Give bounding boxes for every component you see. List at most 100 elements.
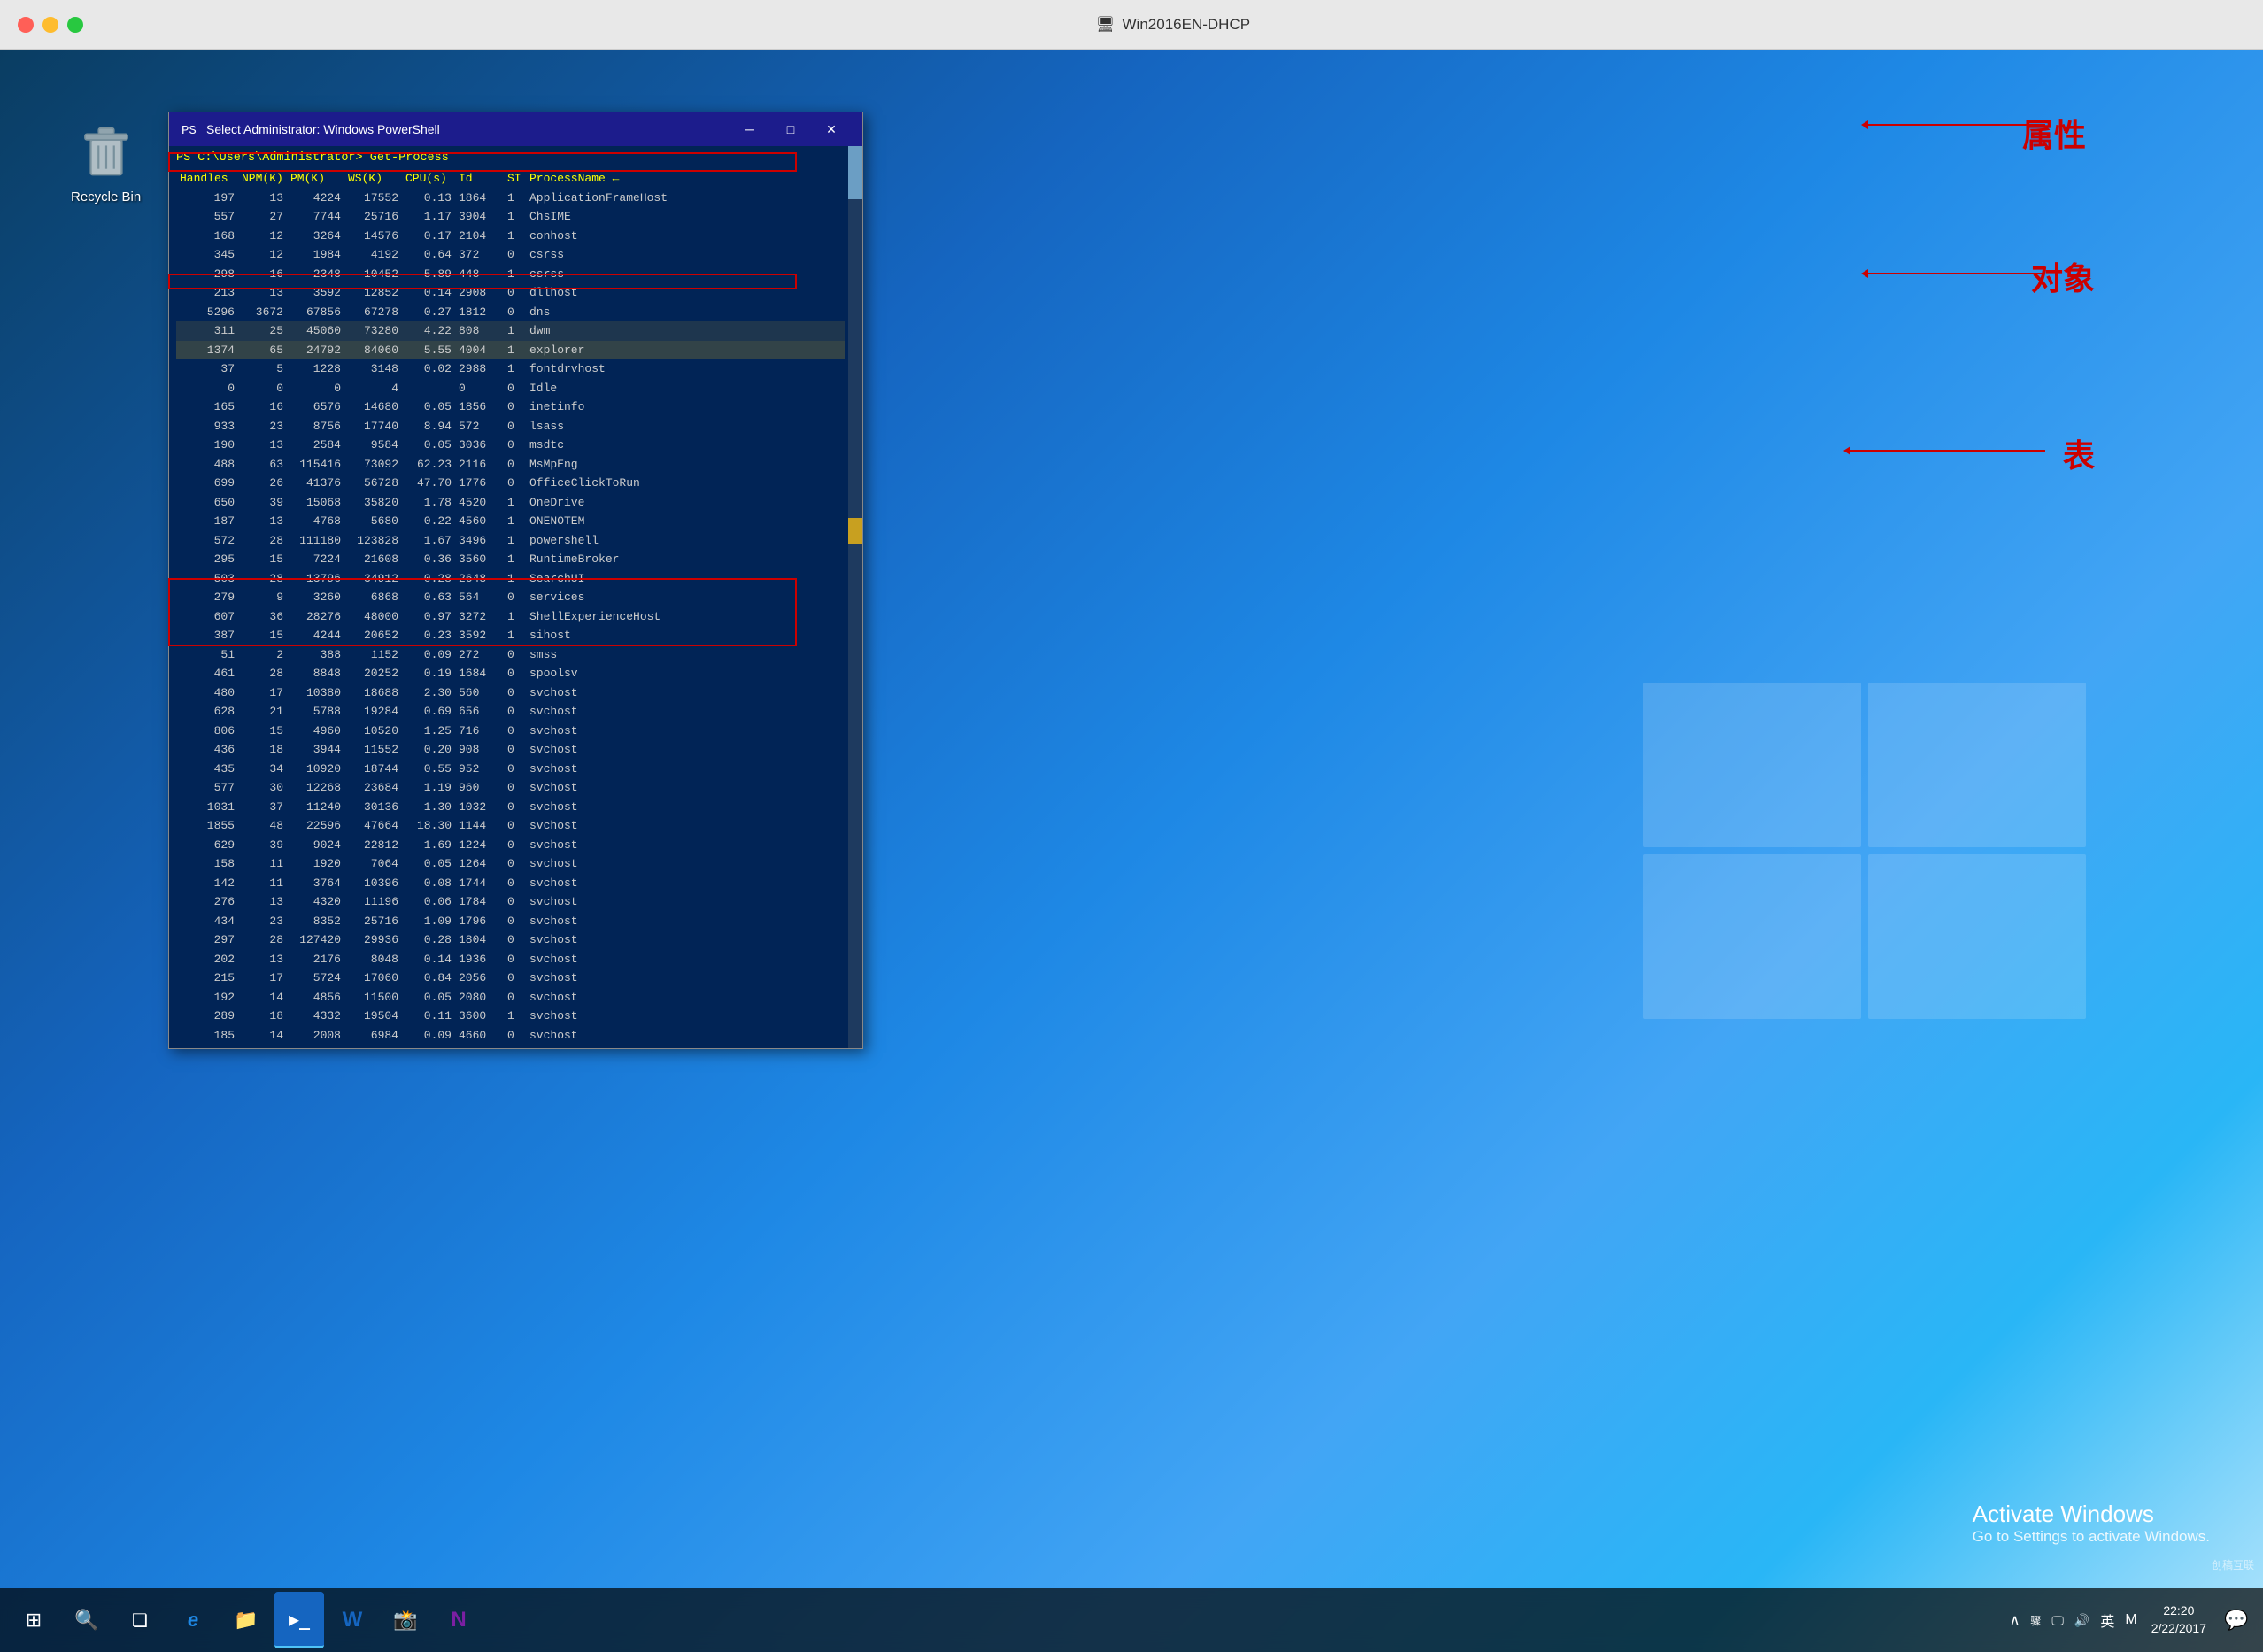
table-cell: 168 xyxy=(176,227,238,246)
table-cell: 1936 xyxy=(455,950,504,969)
taskbar-search[interactable]: 🔍 xyxy=(62,1592,112,1648)
tray-volume-icon[interactable]: 🔊 xyxy=(2073,1611,2091,1630)
table-cell: 0 xyxy=(287,379,344,398)
tray-arrow[interactable]: ∧ xyxy=(2008,1610,2022,1631)
table-cell: 0.22 xyxy=(402,512,455,531)
table-cell: 628 xyxy=(176,702,238,722)
table-cell: 14 xyxy=(238,988,287,1007)
table-cell: 18 xyxy=(238,1007,287,1026)
clock-time: 22:20 xyxy=(2151,1602,2206,1620)
table-cell: 56728 xyxy=(344,474,402,493)
table-row: 295157224216080.3635601RuntimeBroker xyxy=(176,550,845,569)
table-cell: 564 xyxy=(455,588,504,607)
table-row: 185548225964766418.3011440svchost xyxy=(176,816,845,836)
table-cell: 0 xyxy=(504,436,526,455)
taskbar-clock[interactable]: 22:20 2/22/2017 xyxy=(2144,1602,2213,1637)
ie-icon: e xyxy=(188,1609,198,1632)
table-cell: 2348 xyxy=(287,265,344,284)
table-cell: 48000 xyxy=(344,607,402,627)
mac-window-controls[interactable] xyxy=(18,17,83,33)
table-cell: svchost xyxy=(526,969,845,988)
table-cell: 21 xyxy=(238,702,287,722)
taskbar-word[interactable]: W xyxy=(328,1592,377,1648)
table-cell: 3904 xyxy=(455,207,504,227)
table-cell: 10396 xyxy=(344,874,402,893)
table-cell: 0.11 xyxy=(402,1007,455,1026)
table-cell: spoolsv xyxy=(526,664,845,683)
table-cell: OfficeClickToRun xyxy=(526,474,845,493)
table-cell: 4244 xyxy=(287,626,344,645)
taskbar-snap[interactable]: 📸 xyxy=(381,1592,430,1648)
table-cell: 0.14 xyxy=(402,283,455,303)
table-cell: 1856 xyxy=(455,398,504,417)
win-pane-br xyxy=(1868,854,2086,1019)
taskbar-powershell[interactable]: ▶_ xyxy=(274,1592,324,1648)
mac-titlebar: 🖥 Win2016EN-DHCP xyxy=(0,0,2263,50)
activate-watermark: Activate Windows Go to Settings to activ… xyxy=(1973,1501,2210,1546)
taskbar-ie[interactable]: e xyxy=(168,1592,218,1648)
table-cell: 185 xyxy=(176,1026,238,1046)
taskbar-explorer[interactable]: 📁 xyxy=(221,1592,271,1648)
table-cell: ONENOTEM xyxy=(526,512,845,531)
taskbar-taskview[interactable]: ❏ xyxy=(115,1592,165,1648)
tray-display-icon[interactable]: 🖵 xyxy=(2050,1611,2066,1630)
table-cell: 298 xyxy=(176,265,238,284)
taskbar-action-center[interactable]: 💬 xyxy=(2219,1592,2254,1648)
ps-close-button[interactable]: ✕ xyxy=(811,116,852,143)
table-cell: 0 xyxy=(504,283,526,303)
table-cell: 14680 xyxy=(344,398,402,417)
ps-window-controls[interactable]: ─ □ ✕ xyxy=(730,116,852,143)
start-icon: ⊞ xyxy=(26,1609,42,1632)
table-cell: 13 xyxy=(238,283,287,303)
mac-close-button[interactable] xyxy=(18,17,34,33)
table-cell: 12 xyxy=(238,227,287,246)
tray-lang[interactable]: 英 xyxy=(2098,1608,2116,1633)
mac-maximize-button[interactable] xyxy=(67,17,83,33)
table-cell: 5.89 xyxy=(402,265,455,284)
mac-minimize-button[interactable] xyxy=(42,17,58,33)
table-row: 18514200869840.0946600svchost xyxy=(176,1026,845,1046)
ps-scrollbar[interactable] xyxy=(848,146,862,1048)
annotation-arrow-biao xyxy=(1843,446,1850,455)
table-cell: csrss xyxy=(526,265,845,284)
table-cell: 952 xyxy=(455,760,504,779)
table-cell: 0 xyxy=(504,969,526,988)
taskbar-onenote[interactable]: N xyxy=(434,1592,483,1648)
table-cell: 5 xyxy=(238,359,287,379)
table-cell: 1744 xyxy=(455,874,504,893)
table-cell: 3944 xyxy=(287,740,344,760)
table-cell: 4 xyxy=(344,379,402,398)
table-row: 5296367267856672780.2718120dns xyxy=(176,303,845,322)
table-cell: 0.28 xyxy=(402,930,455,950)
table-cell: 1.69 xyxy=(402,836,455,855)
table-cell: sihost xyxy=(526,626,845,645)
tray-ime[interactable]: M xyxy=(2123,1610,2138,1630)
table-row: 29728127420299360.2818040svchost xyxy=(176,930,845,950)
tray-network-icon[interactable]: 骤 xyxy=(2028,1611,2043,1630)
explorer-icon: 📁 xyxy=(234,1609,258,1632)
ps-restore-button[interactable]: □ xyxy=(770,116,811,143)
table-cell: 9024 xyxy=(287,836,344,855)
ps-prompt: PS C:\Users\Administrator> Get-Process xyxy=(176,150,845,167)
table-cell: 7224 xyxy=(287,550,344,569)
table-cell: msdtc xyxy=(526,436,845,455)
table-cell: 0.08 xyxy=(402,874,455,893)
table-cell: 806 xyxy=(176,722,238,741)
taskbar-start[interactable]: ⊞ xyxy=(9,1592,58,1648)
table-cell: 448 xyxy=(455,265,504,284)
table-cell: 0.02 xyxy=(402,359,455,379)
ps-minimize-button[interactable]: ─ xyxy=(730,116,770,143)
table-cell: 4660 xyxy=(455,1026,504,1046)
table-cell: 1 xyxy=(504,189,526,208)
table-cell: 4560 xyxy=(455,512,504,531)
recycle-bin[interactable]: Recycle Bin xyxy=(71,120,141,205)
ps-process-table: Handles NPM(K) PM(K) WS(K) CPU(s) Id SI … xyxy=(176,169,845,1045)
table-cell: 8848 xyxy=(287,664,344,683)
table-cell: 215 xyxy=(176,969,238,988)
table-cell: 1855 xyxy=(176,816,238,836)
table-row: 19013258495840.0530360msdtc xyxy=(176,436,845,455)
table-cell: svchost xyxy=(526,683,845,703)
table-cell: 9584 xyxy=(344,436,402,455)
table-cell: 3592 xyxy=(455,626,504,645)
table-cell: 1 xyxy=(504,531,526,551)
